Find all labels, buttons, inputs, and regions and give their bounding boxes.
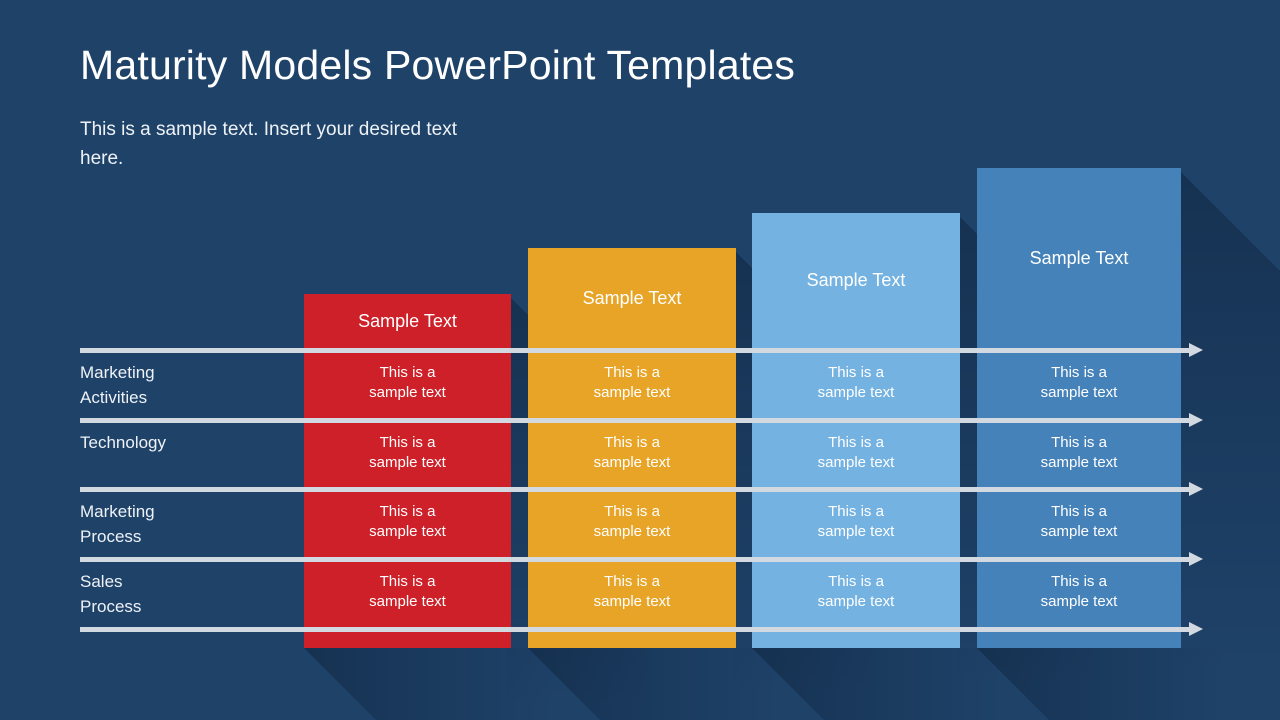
stage-cell-line-1: This is a <box>828 433 884 451</box>
stage-cell-text: This is a sample text <box>369 433 446 473</box>
stage-cell-line-1: This is a <box>379 364 436 381</box>
stage-cell-line-2: sample text <box>593 384 671 401</box>
row-label-line-1: Technology <box>80 433 167 452</box>
arrow-head-icon <box>1189 343 1203 357</box>
maturity-arrow-line-1 <box>80 343 1203 357</box>
stage-cell-line-2: sample text <box>1040 453 1118 471</box>
stage-cell[interactable]: This is a sample text <box>304 487 511 557</box>
stage-cell-text: This is a sample text <box>369 363 446 403</box>
stage-header-1: Sample Text <box>358 311 457 331</box>
stage-cell[interactable]: This is a sample text <box>977 557 1181 627</box>
stage-cell-line-1: This is a <box>828 364 884 381</box>
column-shadow-bottom <box>977 648 1280 720</box>
maturity-stage-column-2[interactable]: Sample Text This is a sample text This is a… <box>528 248 736 648</box>
column-shadow-bottom <box>752 648 1102 720</box>
stage-cell-text: This is a sample text <box>1041 572 1118 612</box>
maturity-stage-column-3[interactable]: Sample Text This is a sample text This is a… <box>752 213 960 648</box>
stage-header-2: Sample Text <box>582 288 682 308</box>
maturity-stage-column-4[interactable]: Sample Text This is a sample text This is a… <box>977 168 1181 648</box>
stage-cell[interactable]: This is a sample text <box>977 418 1181 487</box>
stage-cell[interactable]: This is a sample text <box>528 557 736 627</box>
row-label-2: Technology <box>80 430 295 455</box>
stage-cell-line-2: sample text <box>369 453 446 471</box>
stage-cell-line-2: sample text <box>369 384 446 401</box>
stage-cell[interactable]: This is a sample text <box>752 348 960 418</box>
stage-cell-text: This is a sample text <box>594 572 671 612</box>
stage-cell[interactable]: This is a sample text <box>528 418 736 487</box>
stage-cell[interactable]: This is a sample text <box>752 557 960 627</box>
stage-cell-text: This is a sample text <box>818 363 895 403</box>
stage-cell[interactable]: This is a sample text <box>752 487 960 557</box>
stage-cell-text: This is a sample text <box>369 502 446 542</box>
stage-cell-line-2: sample text <box>1040 384 1118 401</box>
stage-cell-text: This is a sample text <box>594 363 671 403</box>
stage-cell-line-1: This is a <box>604 364 660 381</box>
stage-cell-line-1: This is a <box>1051 364 1107 381</box>
slide-canvas: Maturity Models PowerPoint Templates Thi… <box>0 0 1280 720</box>
stage-cell-text: This is a sample text <box>1041 363 1118 403</box>
stage-cell-line-1: This is a <box>604 573 660 590</box>
column-shadow <box>1177 168 1280 720</box>
stage-cell-line-1: This is a <box>828 503 884 520</box>
stage-cell-line-2: sample text <box>817 453 895 471</box>
row-label-line-1: Sales <box>80 572 123 591</box>
row-label-line-1: Marketing <box>80 363 155 382</box>
stage-cell[interactable]: This is a sample text <box>528 348 736 418</box>
stage-cell-line-2: sample text <box>817 384 895 401</box>
stage-cell-text: This is a sample text <box>369 572 446 612</box>
stage-cell[interactable]: This is a sample text <box>304 557 511 627</box>
maturity-model-diagram: Sample Text This is a sample text This is a… <box>0 0 1280 720</box>
stage-cell-line-2: sample text <box>1040 593 1118 610</box>
row-label-4: Sales Process <box>80 569 295 619</box>
stage-header-3: Sample Text <box>806 270 906 290</box>
stage-cell-line-2: sample text <box>593 523 671 540</box>
stage-cell-line-1: This is a <box>379 573 436 590</box>
maturity-arrow-line-4 <box>80 552 1203 566</box>
column-shadow-bottom <box>528 648 878 720</box>
stage-cell-line-1: This is a <box>604 503 660 520</box>
stage-cell-line-2: sample text <box>369 523 446 540</box>
stage-cell[interactable]: This is a sample text <box>528 487 736 557</box>
stage-cell-line-1: This is a <box>1051 573 1107 590</box>
stage-cell-line-1: This is a <box>379 503 436 520</box>
stage-cell-line-1: This is a <box>1051 433 1107 451</box>
stage-cell-line-1: This is a <box>828 573 884 590</box>
stage-cell-line-2: sample text <box>1040 523 1118 540</box>
stage-cell-text: This is a sample text <box>818 502 895 542</box>
row-label-line-2: Process <box>80 527 142 546</box>
stage-cell[interactable]: This is a sample text <box>977 348 1181 418</box>
stage-cell-line-1: This is a <box>379 433 436 451</box>
row-label-line-2: Process <box>80 597 142 616</box>
stage-cell-line-2: sample text <box>817 523 895 540</box>
maturity-arrow-line-2 <box>80 413 1203 427</box>
stage-cell[interactable]: This is a sample text <box>304 418 511 487</box>
arrow-head-icon <box>1189 482 1203 496</box>
stage-cell-line-2: sample text <box>593 593 671 610</box>
row-label-3: Marketing Process <box>80 499 295 549</box>
stage-cell-text: This is a sample text <box>1041 433 1118 473</box>
maturity-arrow-line-5 <box>80 622 1203 636</box>
stage-cell[interactable]: This is a sample text <box>304 348 511 418</box>
stage-cell-line-2: sample text <box>593 453 671 471</box>
stage-cell-line-2: sample text <box>817 593 895 610</box>
stage-cell-text: This is a sample text <box>1041 502 1118 542</box>
arrow-head-icon <box>1189 552 1203 566</box>
row-label-line-2: Activities <box>80 388 148 407</box>
stage-cell-line-1: This is a <box>1051 503 1107 520</box>
arrow-head-icon <box>1189 622 1203 636</box>
stage-cell[interactable]: This is a sample text <box>752 418 960 487</box>
maturity-arrow-line-3 <box>80 482 1203 496</box>
stage-header-4: Sample Text <box>1029 248 1129 268</box>
stage-cell-line-2: sample text <box>369 593 446 610</box>
arrow-head-icon <box>1189 413 1203 427</box>
stage-cell-text: This is a sample text <box>594 433 671 473</box>
stage-cell[interactable]: This is a sample text <box>977 487 1181 557</box>
stage-cell-text: This is a sample text <box>818 433 895 473</box>
column-shadow-bottom <box>304 648 653 720</box>
stage-cell-line-1: This is a <box>604 433 660 451</box>
stage-cell-text: This is a sample text <box>594 502 671 542</box>
row-label-1: Marketing Activities <box>80 360 295 410</box>
row-label-line-1: Marketing <box>80 502 155 521</box>
stage-cell-text: This is a sample text <box>818 572 895 612</box>
